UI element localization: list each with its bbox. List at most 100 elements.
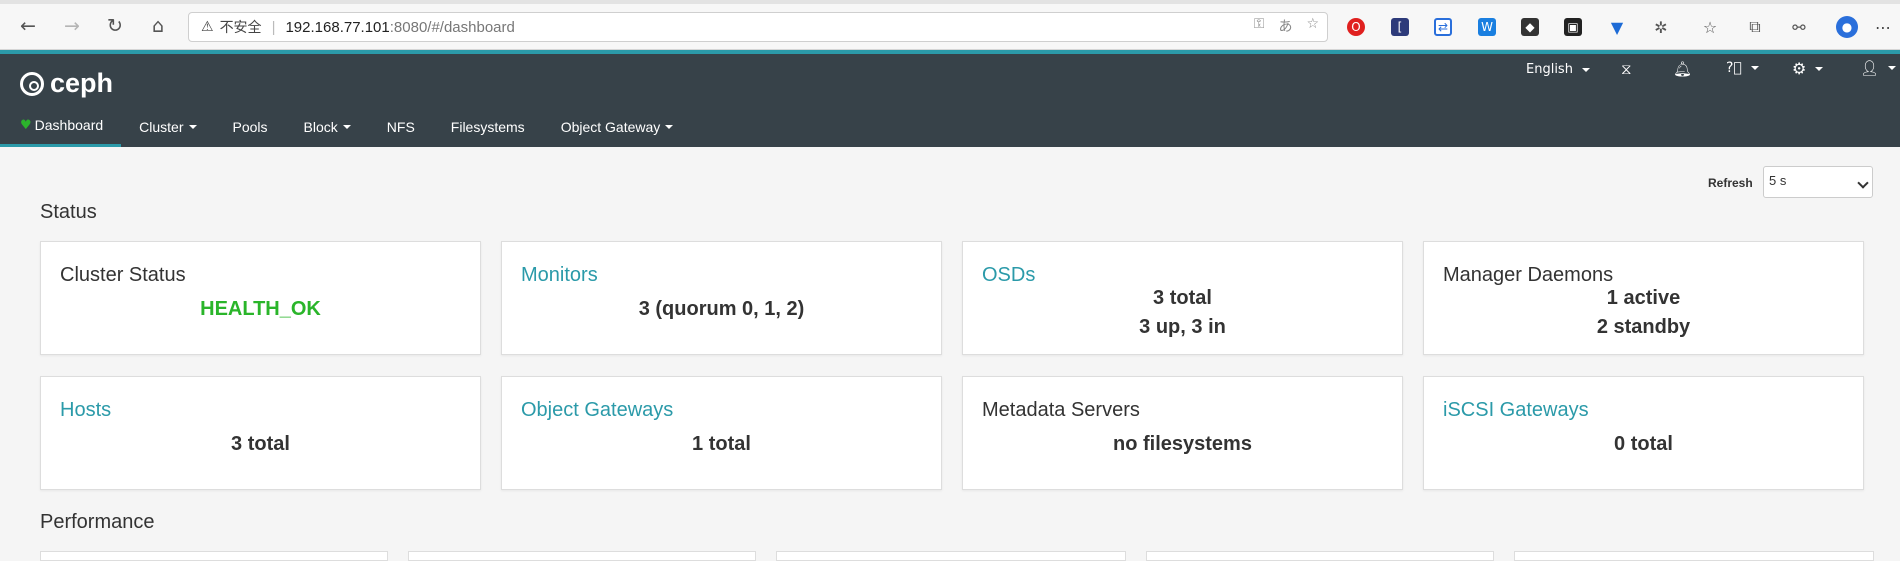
warning-icon: ⚠ (201, 19, 214, 35)
address-separator: | (271, 18, 276, 36)
heartbeat-icon: ♥ (20, 117, 32, 133)
sync-extension-icon[interactable]: ⇄ (1434, 18, 1452, 36)
language-label: English (1526, 62, 1573, 77)
browser-toolbar: ← → ↻ ⌂ ⚠ 不安全 | 192.168.77.101:8080/#/da… (0, 4, 1900, 50)
performance-card (776, 551, 1126, 561)
user-icon: 👤︎ (1860, 59, 1880, 77)
extensions-icon[interactable]: ✲ (1652, 18, 1670, 37)
hosts-link[interactable]: Hosts (60, 399, 111, 422)
chevron-down-icon (342, 124, 351, 129)
bracket-extension-icon[interactable]: [ (1391, 18, 1409, 36)
address-bar[interactable]: ⚠ 不安全 | 192.168.77.101:8080/#/dashboard … (188, 12, 1328, 42)
chevron-down-icon (1581, 67, 1590, 72)
managers-active-value: 1 active (1606, 287, 1681, 309)
nav-item-object-gateway[interactable]: Object Gateway (543, 106, 692, 147)
nav-item-nfs[interactable]: NFS (369, 106, 433, 147)
refresh-label: Refresh (1708, 176, 1753, 190)
nav-item-label: Object Gateway (560, 118, 661, 135)
nav-item-label: Pools (232, 118, 268, 135)
iscsi-gateways-value: 0 total (1614, 433, 1673, 455)
favorites-icon[interactable]: ☆ (1701, 18, 1719, 37)
add-favorite-icon[interactable]: ☆ (1306, 16, 1319, 36)
card-manager-daemons: Manager Daemons 1 active 2 standby (1423, 241, 1864, 355)
nav-item-label: Cluster (139, 118, 184, 135)
cube-extension-icon[interactable]: ◆ (1521, 18, 1539, 36)
media-extension-icon[interactable]: ▣ (1564, 18, 1582, 36)
osds-state-value: 3 up, 3 in (1139, 316, 1226, 338)
notifications-bell-icon[interactable]: 🔔︎ (1673, 60, 1692, 78)
performance-card (408, 551, 756, 561)
w-extension-icon[interactable]: W (1478, 18, 1496, 36)
object-gateways-value: 1 total (692, 433, 751, 455)
share-icon[interactable]: ⚯ (1790, 18, 1808, 37)
hourglass-icon[interactable]: ⧖ (1621, 60, 1632, 78)
help-dropdown[interactable]: ?⃝ (1726, 60, 1759, 76)
chevron-down-icon (1815, 66, 1824, 71)
monitors-value: 3 (quorum 0, 1, 2) (638, 298, 805, 320)
osds-total-value: 3 total (1153, 287, 1212, 309)
card-cluster-status: Cluster Status HEALTH_OK (40, 241, 481, 355)
chevron-down-icon (188, 124, 197, 129)
performance-card (40, 551, 388, 561)
performance-card (1514, 551, 1874, 561)
status-heading: Status (40, 201, 97, 223)
ceph-logo-icon (20, 71, 44, 96)
card-metadata-servers: Metadata Servers no filesystems (962, 376, 1403, 490)
home-icon[interactable]: ⌂ (146, 14, 170, 38)
opera-extension-icon[interactable]: O (1347, 18, 1365, 36)
refresh-interval-select[interactable]: 5 s (1763, 166, 1873, 198)
forward-icon[interactable]: → (60, 14, 84, 38)
nav-item-cluster[interactable]: Cluster (121, 106, 214, 147)
card-object-gateways: Object Gateways 1 total (501, 376, 942, 490)
vue-extension-icon[interactable]: ▼ (1608, 18, 1626, 37)
osds-link[interactable]: OSDs (982, 264, 1035, 287)
card-monitors: Monitors 3 (quorum 0, 1, 2) (501, 241, 942, 355)
back-icon[interactable]: ← (16, 14, 40, 38)
chevron-down-icon (1888, 66, 1897, 70)
key-icon[interactable]: ⚿ (1254, 16, 1265, 36)
managers-standby-value: 2 standby (1596, 316, 1691, 338)
performance-card (1146, 551, 1494, 561)
nav-item-block[interactable]: Block (286, 106, 369, 147)
ceph-logo[interactable]: ceph (20, 68, 113, 99)
iscsi-gateways-link[interactable]: iSCSI Gateways (1443, 399, 1589, 422)
nav-item-label: NFS (386, 118, 415, 135)
reload-icon[interactable]: ↻ (103, 14, 127, 38)
card-iscsi-gateways: iSCSI Gateways 0 total (1423, 376, 1864, 490)
card-title: Cluster Status (60, 264, 186, 286)
profile-avatar[interactable]: ● (1836, 16, 1858, 38)
ceph-navbar: ceph English ⧖ 🔔︎ ?⃝ ⚙ 👤︎ ♥ Dashboard Cl… (0, 50, 1900, 147)
chevron-down-icon (1750, 66, 1759, 70)
nav-item-label: Block (303, 118, 338, 135)
health-status-value: HEALTH_OK (200, 298, 321, 320)
gear-icon: ⚙ (1792, 59, 1807, 78)
hosts-value: 3 total (231, 433, 290, 455)
nav-item-label: Filesystems (450, 118, 525, 135)
settings-dropdown[interactable]: ⚙ (1792, 59, 1824, 78)
url-host: 192.168.77.101 (285, 18, 390, 36)
card-osds: OSDs 3 total 3 up, 3 in (962, 241, 1403, 355)
translate-icon[interactable]: あ (1278, 16, 1292, 36)
nav-item-filesystems[interactable]: Filesystems (433, 106, 543, 147)
collections-icon[interactable]: ⧉ (1746, 17, 1764, 36)
more-menu-icon[interactable]: ⋯ (1874, 18, 1892, 37)
chevron-down-icon (665, 124, 674, 129)
language-dropdown[interactable]: English (1526, 62, 1590, 77)
refresh-interval-value: 5 s (1769, 173, 1787, 188)
main-nav: ♥ Dashboard Cluster Pools Block NFS File… (0, 106, 691, 147)
url-path: :8080/#/dashboard (389, 18, 515, 36)
help-icon: ?⃝ (1726, 60, 1742, 76)
nav-item-label: Dashboard (34, 117, 104, 133)
performance-heading: Performance (40, 511, 155, 533)
nav-item-dashboard[interactable]: ♥ Dashboard (0, 106, 122, 147)
card-title: Metadata Servers (982, 399, 1140, 421)
nav-item-pools[interactable]: Pools (215, 106, 286, 147)
card-title: Manager Daemons (1443, 264, 1614, 286)
brand-name: ceph (50, 68, 114, 98)
metadata-servers-value: no filesystems (1113, 433, 1252, 455)
card-hosts: Hosts 3 total (40, 376, 481, 490)
user-dropdown[interactable]: 👤︎ (1860, 59, 1897, 77)
monitors-link[interactable]: Monitors (521, 264, 598, 287)
chevron-down-icon (1857, 177, 1869, 189)
object-gateways-link[interactable]: Object Gateways (521, 399, 673, 422)
